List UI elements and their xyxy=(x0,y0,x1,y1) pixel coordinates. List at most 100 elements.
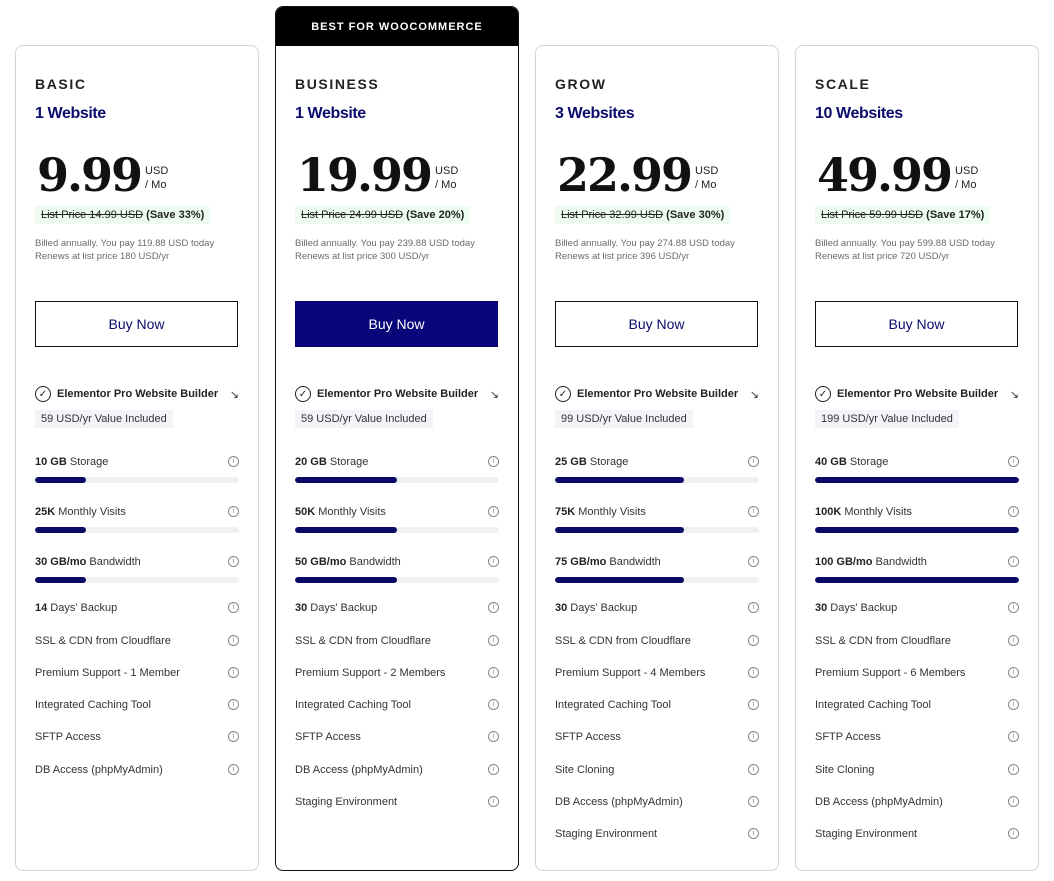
info-icon[interactable]: i xyxy=(228,731,239,742)
info-icon[interactable]: i xyxy=(1008,699,1019,710)
check-circle-icon: ✓ xyxy=(295,386,311,402)
meter-amount: 40 GB xyxy=(815,456,847,468)
meter-fill xyxy=(295,577,397,583)
info-icon[interactable]: i xyxy=(228,456,239,467)
buy-now-button[interactable]: Buy Now xyxy=(35,301,238,347)
feature-text: Days' Backup xyxy=(47,602,118,614)
info-icon[interactable]: i xyxy=(1008,764,1019,775)
price-unit: USD / Mo xyxy=(145,164,168,192)
info-icon[interactable]: i xyxy=(488,456,499,467)
info-icon[interactable]: i xyxy=(748,602,759,613)
info-icon[interactable]: i xyxy=(748,635,759,646)
meter-track xyxy=(295,577,499,583)
billed-text: Billed annually. You pay 599.88 USD toda… xyxy=(815,238,995,249)
info-icon[interactable]: i xyxy=(488,731,499,742)
meter-amount: 100K xyxy=(815,506,842,518)
elementor-builder-feature[interactable]: ✓ Elementor Pro Website Builder ↘ xyxy=(815,386,1019,402)
info-icon[interactable]: i xyxy=(748,556,759,567)
elementor-builder-feature[interactable]: ✓ Elementor Pro Website Builder ↘ xyxy=(35,386,239,402)
resource-meter: 50 GB/mo Bandwidth i xyxy=(295,556,499,596)
feature-text: DB Access (phpMyAdmin) xyxy=(555,796,683,808)
info-icon[interactable]: i xyxy=(1008,667,1019,678)
info-icon[interactable]: i xyxy=(488,699,499,710)
info-icon[interactable]: i xyxy=(488,667,499,678)
feature-item: Staging Environment i xyxy=(295,796,499,808)
feature-item: 30 Days' Backup i xyxy=(555,602,759,614)
meter-fill xyxy=(295,477,397,483)
meter-fill xyxy=(295,527,397,533)
feature-text: Days' Backup xyxy=(567,602,638,614)
resource-meter: 40 GB Storage i xyxy=(815,456,1019,496)
plan-card-grow: GROW 3 Websites 22.99 USD / Mo List Pric… xyxy=(535,45,779,871)
info-icon[interactable]: i xyxy=(228,506,239,517)
info-icon[interactable]: i xyxy=(1008,602,1019,613)
feature-text: Staging Environment xyxy=(555,828,658,840)
billed-text: Billed annually. You pay 274.88 USD toda… xyxy=(555,238,735,249)
arrow-down-right-icon[interactable]: ↘ xyxy=(230,388,239,401)
elementor-builder-feature[interactable]: ✓ Elementor Pro Website Builder ↘ xyxy=(295,386,499,402)
meter-name: Monthly Visits xyxy=(318,506,386,518)
feature-text: Integrated Caching Tool xyxy=(815,699,931,711)
info-icon[interactable]: i xyxy=(228,699,239,710)
info-icon[interactable]: i xyxy=(488,764,499,775)
info-icon[interactable]: i xyxy=(748,828,759,839)
info-icon[interactable]: i xyxy=(228,556,239,567)
info-icon[interactable]: i xyxy=(748,699,759,710)
info-icon[interactable]: i xyxy=(228,635,239,646)
info-icon[interactable]: i xyxy=(228,667,239,678)
feature-text: SFTP Access xyxy=(295,731,361,743)
meter-fill xyxy=(555,477,684,483)
info-icon[interactable]: i xyxy=(488,556,499,567)
resource-meter: 75 GB/mo Bandwidth i xyxy=(555,556,759,596)
arrow-down-right-icon[interactable]: ↘ xyxy=(750,388,759,401)
resource-meter: 30 GB/mo Bandwidth i xyxy=(35,556,239,596)
buy-now-button[interactable]: Buy Now xyxy=(295,301,498,347)
plan-name: GROW xyxy=(555,76,607,92)
feature-item: Premium Support - 1 Member i xyxy=(35,667,239,679)
resource-meter: 10 GB Storage i xyxy=(35,456,239,496)
info-icon[interactable]: i xyxy=(748,456,759,467)
renews-text: Renews at list price 300 USD/yr xyxy=(295,251,430,262)
info-icon[interactable]: i xyxy=(488,602,499,613)
meter-amount: 25 GB xyxy=(555,456,587,468)
plan-name: BASIC xyxy=(35,76,87,92)
info-icon[interactable]: i xyxy=(228,764,239,775)
meter-label: 40 GB Storage xyxy=(815,456,1019,468)
feature-item: SSL & CDN from Cloudflare i xyxy=(555,635,759,647)
info-icon[interactable]: i xyxy=(488,506,499,517)
info-icon[interactable]: i xyxy=(748,506,759,517)
info-icon[interactable]: i xyxy=(1008,796,1019,807)
meter-label: 50K Monthly Visits xyxy=(295,506,499,518)
info-icon[interactable]: i xyxy=(1008,556,1019,567)
feature-highlight: 30 xyxy=(295,602,308,614)
info-icon[interactable]: i xyxy=(228,602,239,613)
plan-card-basic: BASIC 1 Website 9.99 USD / Mo List Price… xyxy=(15,45,259,871)
info-icon[interactable]: i xyxy=(748,667,759,678)
meter-label: 25 GB Storage xyxy=(555,456,759,468)
elementor-builder-feature[interactable]: ✓ Elementor Pro Website Builder ↘ xyxy=(555,386,759,402)
featured-ribbon: BEST FOR WOOCOMMERCE xyxy=(276,7,518,46)
arrow-down-right-icon[interactable]: ↘ xyxy=(1010,388,1019,401)
info-icon[interactable]: i xyxy=(1008,828,1019,839)
info-icon[interactable]: i xyxy=(748,764,759,775)
info-icon[interactable]: i xyxy=(1008,635,1019,646)
meter-fill xyxy=(555,577,684,583)
feature-item: SSL & CDN from Cloudflare i xyxy=(35,635,239,647)
info-icon[interactable]: i xyxy=(748,731,759,742)
info-icon[interactable]: i xyxy=(748,796,759,807)
feature-item: Integrated Caching Tool i xyxy=(555,699,759,711)
info-icon[interactable]: i xyxy=(1008,456,1019,467)
price-period: / Mo xyxy=(435,179,457,191)
arrow-down-right-icon[interactable]: ↘ xyxy=(490,388,499,401)
buy-now-button[interactable]: Buy Now xyxy=(555,301,758,347)
info-icon[interactable]: i xyxy=(1008,731,1019,742)
buy-now-button[interactable]: Buy Now xyxy=(815,301,1018,347)
check-circle-icon: ✓ xyxy=(815,386,831,402)
feature-text: DB Access (phpMyAdmin) xyxy=(35,764,163,776)
save-percent: (Save 30%) xyxy=(666,209,725,221)
info-icon[interactable]: i xyxy=(488,635,499,646)
info-icon[interactable]: i xyxy=(1008,506,1019,517)
price-currency: USD xyxy=(955,165,979,177)
info-icon[interactable]: i xyxy=(488,796,499,807)
price: 9.99 USD / Mo xyxy=(37,150,168,200)
